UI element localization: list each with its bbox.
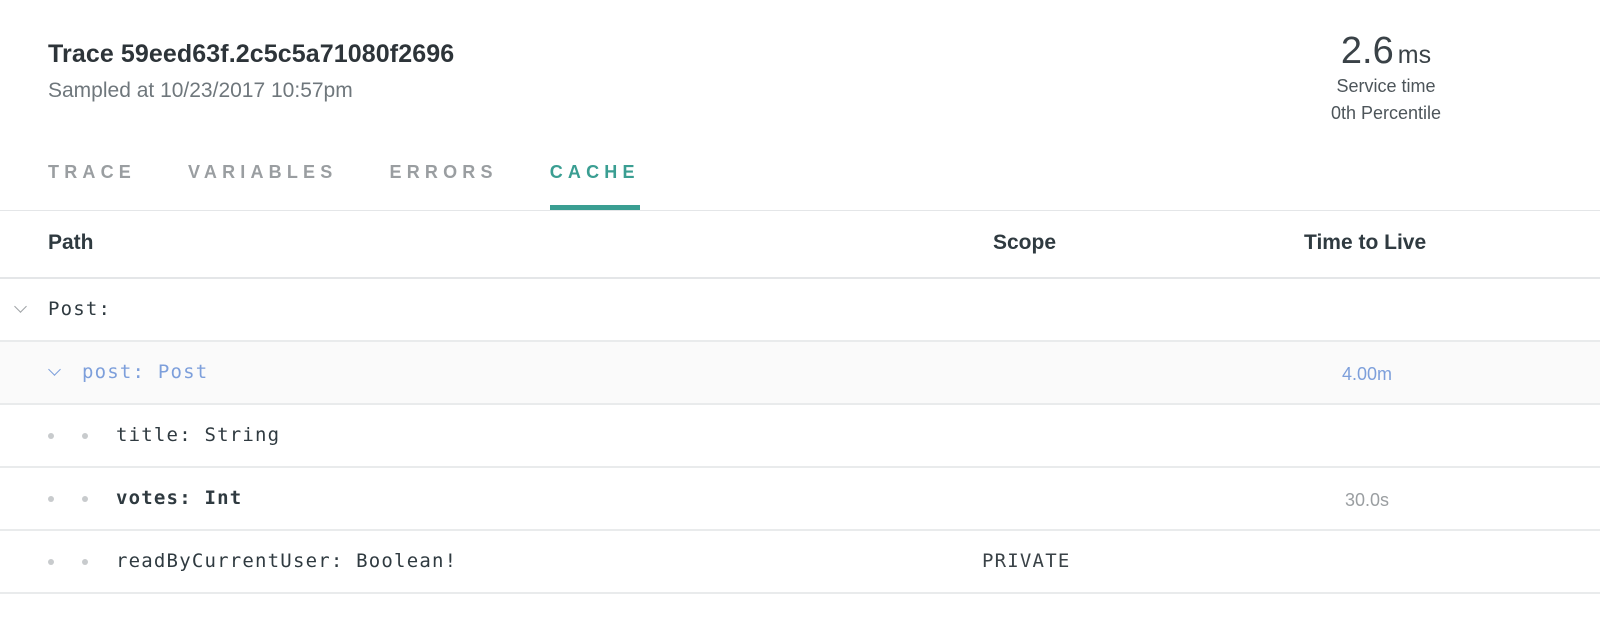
service-time-value: 2.6: [1340, 30, 1394, 72]
dot-icon: [82, 559, 88, 565]
sampled-timestamp: Sampled at 10/23/2017 10:57pm: [48, 79, 353, 102]
chevron-down-icon[interactable]: [48, 363, 61, 376]
trace-page: Trace 59eed63f.2c5c5a71080f2696 Sampled …: [0, 0, 1600, 633]
service-time-unit: ms: [1397, 41, 1432, 69]
cache-table-body: Post: post: Post 4.00m title: String vot…: [0, 279, 1600, 594]
table-row[interactable]: title: String: [0, 405, 1600, 468]
row-scope: PRIVATE: [982, 550, 1071, 572]
service-time-value-line: 2.6 ms: [1286, 30, 1486, 73]
row-path: Post:: [48, 298, 112, 320]
column-header-scope: Scope: [993, 231, 1057, 254]
tab-errors[interactable]: ERRORS: [389, 148, 497, 210]
table-row[interactable]: post: Post 4.00m: [0, 342, 1600, 405]
row-ttl: 4.00m: [1341, 364, 1393, 384]
tab-bar: TRACE VARIABLES ERRORS CACHE: [48, 148, 692, 210]
dot-icon: [82, 496, 88, 502]
chevron-down-icon[interactable]: [14, 300, 27, 313]
row-path: readByCurrentUser: Boolean!: [116, 550, 458, 572]
column-header-path: Path: [48, 231, 94, 254]
row-path: votes: Int: [116, 487, 243, 509]
dot-icon: [82, 433, 88, 439]
tab-cache[interactable]: CACHE: [549, 148, 640, 210]
dot-icon: [48, 433, 54, 439]
table-row[interactable]: readByCurrentUser: Boolean! PRIVATE: [0, 531, 1600, 594]
dot-icon: [48, 496, 54, 502]
tab-trace[interactable]: TRACE: [48, 148, 136, 210]
table-row[interactable]: Post:: [0, 279, 1600, 342]
page-title: Trace 59eed63f.2c5c5a71080f2696: [48, 40, 455, 68]
tab-variables[interactable]: VARIABLES: [188, 148, 337, 210]
trace-header: Trace 59eed63f.2c5c5a71080f2696 Sampled …: [0, 0, 1600, 210]
cache-table-header: Path Scope Time to Live: [0, 211, 1600, 279]
row-path: title: String: [116, 424, 281, 446]
service-time-stat: 2.6 ms Service time 0th Percentile: [1286, 30, 1486, 127]
row-ttl: 30.0s: [1344, 490, 1390, 510]
table-row[interactable]: votes: Int 30.0s: [0, 468, 1600, 531]
row-path: post: Post: [82, 361, 209, 383]
percentile-label: 0th Percentile: [1330, 103, 1442, 123]
column-header-ttl: Time to Live: [1304, 231, 1427, 254]
dot-icon: [48, 559, 54, 565]
service-time-label: Service time: [1336, 76, 1436, 96]
